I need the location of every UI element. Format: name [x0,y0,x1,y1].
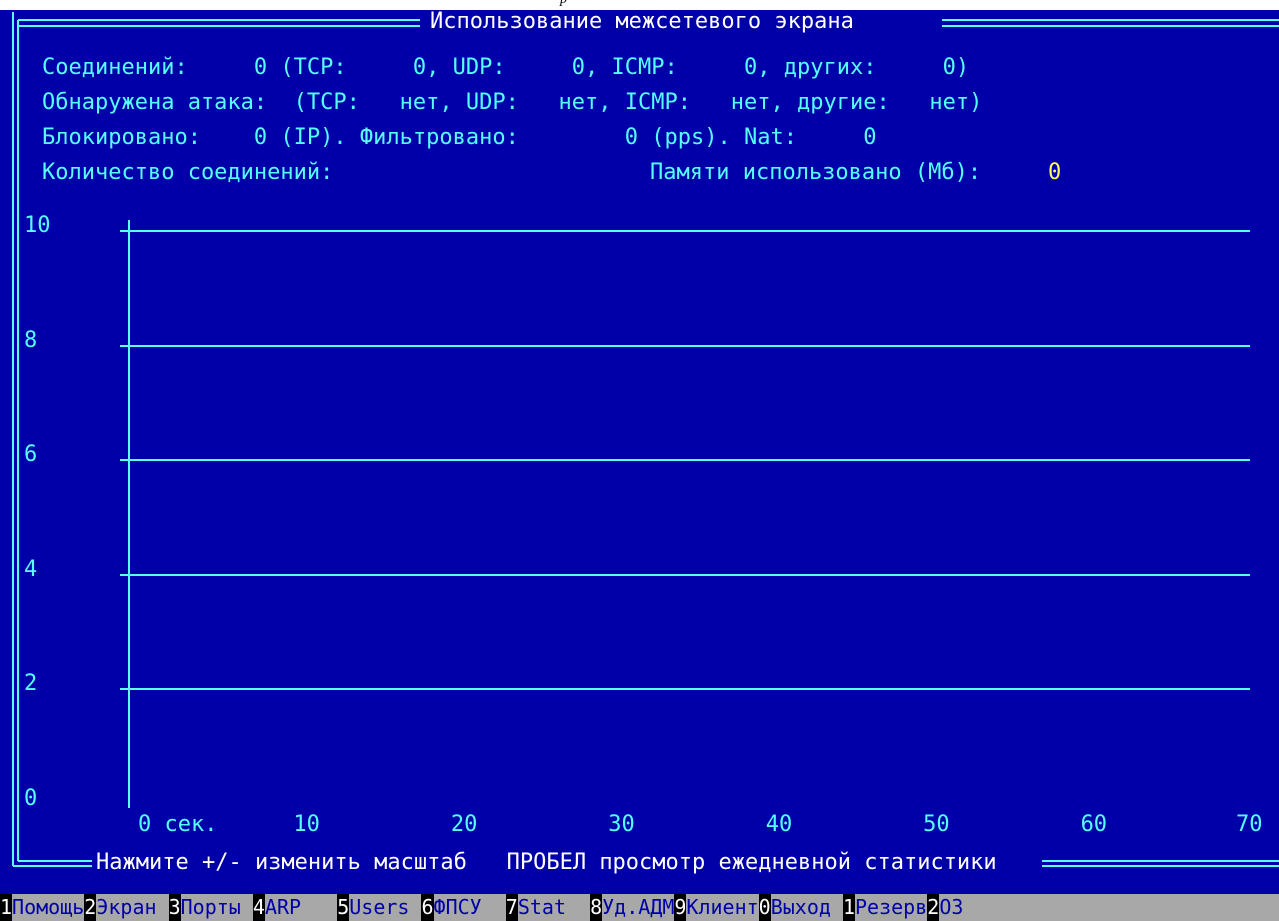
fkey-9[interactable]: 9Клиент [674,894,759,921]
fkey-label: Резерв [855,895,928,919]
y-tick-label: 0 [24,786,38,811]
firewall-window: Использование межсетевого экрана Соедине… [0,10,1279,894]
fkey-number: 2 [84,894,97,921]
fkey-label: Выход [770,895,843,919]
x-tick-label: 0 сек. [138,812,218,837]
y-tick-label: 6 [24,442,38,468]
gridline [120,344,1250,347]
fkey-number: 7 [505,894,518,921]
footer-hint: Нажмите +/- изменить масштаб ПРОБЕЛ прос… [96,850,997,875]
fkey-11[interactable]: 1Резерв [842,894,928,921]
fkey-label: ФПСУ [433,895,506,919]
fkey-label: Users [349,895,422,919]
fkey-7[interactable]: 7Stat [505,894,591,921]
x-tick-label: 70 [1236,812,1263,837]
gridline [120,230,1250,232]
window-title: Использование межсетевого экрана [430,10,854,34]
fkey-label: ARP [264,895,338,919]
connections-count-label: Количество соединений: [42,160,334,185]
fkey-2[interactable]: 2Экран [84,894,168,921]
firewall-usage-screen: р Использование межсетевого экрана Соеди… [0,0,1279,921]
chart-y-axis [128,220,130,808]
function-key-bar: 1Помощь2Экран 3Порты 4ARP 5Users 6ФПСУ 7… [0,894,1279,921]
x-axis-baseline [120,807,1250,808]
fkey-number: 6 [421,894,434,921]
fkey-label: ОЗ [939,895,964,919]
memory-value: 0 [1048,160,1062,185]
fkey-4[interactable]: 4ARP [252,894,338,921]
fkey-number: 1 [842,894,856,921]
x-tick-label: 40 [765,812,793,837]
y-tick-label: 2 [24,671,38,697]
x-tick-label: 30 [608,812,635,837]
gridline [120,688,1250,691]
fkey-label: Экран [96,895,169,919]
gridline [120,573,1250,576]
fkey-6[interactable]: 6ФПСУ [421,894,505,921]
fkey-label: Уд.АДМ [602,895,675,919]
fkey-number: 0 [758,894,771,921]
fkey-number: 2 [927,894,940,921]
x-tick-label: 60 [1080,812,1108,837]
connections-line: Соединений: 0 (TCP: 0, UDP: 0, ICMP: 0, … [42,55,970,80]
memory-label: Памяти использовано (Мб): [650,160,982,185]
fkey-number: 8 [590,894,603,921]
fkey-1[interactable]: 1Помощь [0,894,84,921]
fkey-label: Помощь [12,895,85,919]
attack-line: Обнаружена атака: (TCP: нет, UDP: нет, I… [42,90,983,115]
fkey-5[interactable]: 5Users [337,894,421,921]
fkey-number: 5 [337,894,350,921]
blocked-line: Блокировано: 0 (IP). Фильтровано: 0 (pps… [42,125,877,150]
fkey-number: 3 [168,894,181,921]
x-tick-label: 50 [923,812,950,837]
y-tick-label: 4 [24,556,38,582]
fkey-3[interactable]: 3Порты [168,894,253,921]
fkey-10[interactable]: 0Выход [758,894,843,921]
fkey-number: 9 [674,894,687,921]
fkey-12[interactable]: 2ОЗ [927,894,963,921]
fkey-label: Клиент [686,895,759,919]
fkey-label: Порты [180,895,253,919]
fkey-8[interactable]: 8Уд.АДМ [590,894,674,921]
fkey-number: 1 [0,894,13,921]
x-tick-label: 20 [450,812,478,837]
figure-caption: р [560,0,567,8]
y-tick-label: 10 [24,213,51,238]
fkey-number: 4 [252,894,265,921]
gridline [120,459,1250,462]
y-tick-label: 8 [24,327,38,353]
x-tick-label: 10 [293,812,320,837]
fkey-label: Stat [517,895,591,919]
